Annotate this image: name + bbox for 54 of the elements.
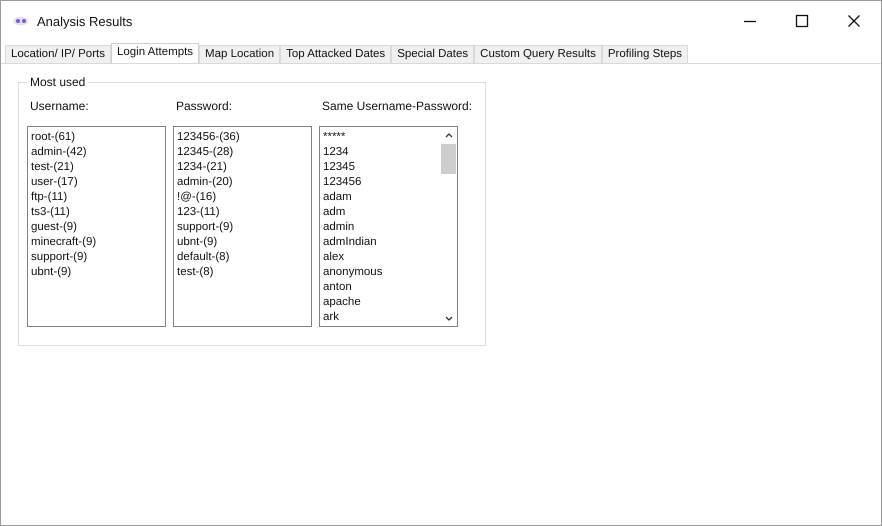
scroll-up-icon[interactable] [444, 132, 452, 138]
list-item[interactable]: 123456-(36) [177, 130, 308, 145]
list-item[interactable]: adam [323, 190, 437, 205]
group-title: Most used [27, 75, 88, 89]
list-item[interactable]: minecraft-(9) [31, 235, 162, 250]
list-item[interactable]: user-(17) [31, 175, 162, 190]
list-box[interactable]: ***** 1234 12345 123456 adam adm admin admIndian alex anonymous anton apache ark [319, 126, 458, 327]
tab[interactable]: Custom Query Results [474, 45, 602, 63]
list-item[interactable]: admIndian [323, 235, 437, 250]
scroll-thumb[interactable] [441, 144, 456, 174]
list-item[interactable]: root-(61) [31, 130, 162, 145]
tab[interactable]: Special Dates [391, 45, 474, 63]
tab[interactable]: Map Location [199, 45, 280, 63]
list-item[interactable]: alex [323, 250, 437, 265]
maximize-icon[interactable] [795, 14, 809, 28]
list-item[interactable]: test-(21) [31, 160, 162, 175]
tab[interactable]: Profiling Steps [602, 45, 688, 63]
list-item[interactable]: 123456 [323, 175, 437, 190]
list-item[interactable]: anton [323, 280, 437, 295]
list-item[interactable]: test-(8) [177, 265, 308, 280]
tab[interactable]: Top Attacked Dates [280, 45, 392, 63]
close-icon[interactable] [847, 14, 861, 28]
list-item[interactable]: admin-(42) [31, 145, 162, 160]
list-item[interactable]: apache [323, 295, 437, 310]
list-item[interactable]: 1234 [323, 145, 437, 160]
tab[interactable]: Location/ IP/ Ports [5, 45, 111, 63]
list-item[interactable]: guest-(9) [31, 220, 162, 235]
list-item[interactable]: ubnt-(9) [31, 265, 162, 280]
list-item[interactable]: admin-(20) [177, 175, 308, 190]
app-logo-icon [13, 16, 29, 26]
list-item[interactable]: default-(8) [177, 250, 308, 265]
list-item[interactable]: support-(9) [31, 250, 162, 265]
list-item[interactable]: ts3-(11) [31, 205, 162, 220]
list-item[interactable]: ***** [323, 130, 437, 145]
list-item[interactable]: !@-(16) [177, 190, 308, 205]
list-item[interactable]: 1234-(21) [177, 160, 308, 175]
list-item[interactable]: support-(9) [177, 220, 308, 235]
list-item[interactable]: anonymous [323, 265, 437, 280]
list-item[interactable]: 12345-(28) [177, 145, 308, 160]
tab[interactable]: Login Attempts [110, 43, 200, 63]
list-item[interactable]: ubnt-(9) [177, 235, 308, 250]
list-label: Password: [175, 99, 234, 115]
list-item[interactable]: ftp-(11) [31, 190, 162, 205]
list-label: Same Username-Password: [321, 99, 472, 115]
list-label: Username: [29, 99, 90, 115]
list-item[interactable]: 12345 [323, 160, 437, 175]
list-box[interactable]: 123456-(36) 12345-(28) 1234-(21) admin-(20) !@-(16) 123-(11) support-(9) ubnt-(9) default-(8) test-(8) [173, 126, 312, 327]
scroll-down-icon[interactable] [444, 316, 452, 322]
list-box[interactable]: root-(61) admin-(42) test-(21) user-(17) ftp-(11) ts3-(11) guest-(9) minecraft-(9) support-(9) ubnt-(9) [27, 126, 166, 327]
window-title: Analysis Results [37, 14, 132, 28]
list-item[interactable]: admin [323, 220, 437, 235]
list-item[interactable]: 123-(11) [177, 205, 308, 220]
list-item[interactable]: ark [323, 310, 437, 325]
list-item[interactable]: adm [323, 205, 437, 220]
